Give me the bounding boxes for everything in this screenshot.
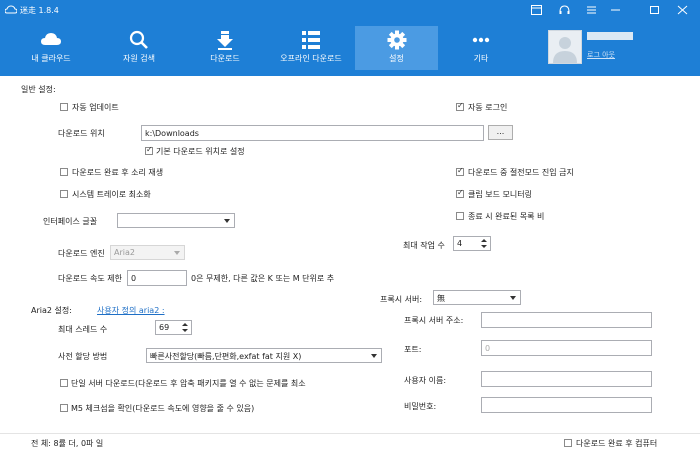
no-power-save-label: 다운로드 중 절전모드 진입 금지 (468, 168, 574, 177)
prealloc-label: 사전 할당 방법 (58, 352, 108, 361)
maximize-icon[interactable] (645, 3, 663, 17)
auto-login-label: 자동 로그인 (468, 103, 508, 112)
minimize-tray-label: 시스템 트레이로 최소화 (72, 190, 151, 199)
password-label: 비밀번호: (404, 402, 437, 411)
logout-link[interactable]: 로그 아웃 (587, 50, 615, 60)
default-location-label: 기본 다운로드 위치로 설정 (156, 147, 245, 156)
aria2-settings-heading: Aria2 설정: (31, 306, 72, 315)
minimize-tray-checkbox[interactable] (60, 190, 68, 198)
proxy-server-label: 프록시 서버: (380, 295, 423, 304)
tab-offline-download[interactable]: 오프라인 다운로드 (272, 26, 350, 70)
clear-list-label: 종료 시 완료된 목록 비 (468, 212, 545, 221)
arrow-up-icon[interactable] (481, 239, 487, 242)
sound-after-label: 다운로드 완료 후 소리 재생 (72, 168, 164, 177)
interface-font-select[interactable] (117, 213, 235, 228)
prealloc-select[interactable]: 빠른사전할당(빠름,단편화,exfat fat 지원 X) (146, 348, 382, 363)
single-server-label: 단일 서버 다운로드(다운로드 후 압축 패키지를 열 수 없는 문제를 최소 (71, 379, 306, 388)
max-threads-stepper[interactable]: 69 (155, 320, 192, 335)
proxy-address-label: 프록시 서버 주소: (404, 316, 464, 325)
avatar[interactable] (548, 30, 582, 64)
general-settings-heading: 일반 설정: (21, 85, 56, 94)
arrow-down-icon[interactable] (481, 245, 487, 248)
tab-download[interactable]: 다운로드 (194, 26, 256, 70)
download-location-input[interactable]: k:\Downloads (141, 125, 484, 141)
password-input[interactable] (481, 397, 652, 413)
tab-label: 오프라인 다운로드 (280, 54, 342, 63)
user-silhouette-icon (553, 37, 577, 63)
search-icon (129, 30, 148, 49)
gear-icon (387, 30, 406, 50)
minimize-icon[interactable] (606, 3, 624, 17)
custom-aria2-link[interactable]: 사용자 정의 aria2 : (97, 305, 165, 316)
tab-label: 다운로드 (210, 54, 240, 63)
tab-other[interactable]: 기타 (450, 26, 512, 70)
tab-my-cloud[interactable]: 내 클라우드 (18, 26, 84, 70)
speed-limit-label: 다운로드 속도 제한 (58, 274, 122, 283)
max-threads-label: 최대 스레드 수 (58, 325, 108, 334)
proxy-address-input[interactable] (481, 312, 652, 328)
chevron-down-icon (510, 296, 516, 300)
shutdown-checkbox[interactable] (564, 439, 572, 447)
md5-checkbox[interactable] (60, 404, 68, 412)
auto-update-checkbox[interactable] (60, 103, 68, 111)
download-icon (217, 31, 233, 50)
username-label: 사용자 이름: (404, 376, 447, 385)
list-icon (302, 31, 320, 49)
single-server-checkbox[interactable] (60, 379, 68, 387)
auto-update-label: 자동 업데이트 (72, 103, 119, 112)
user-name (587, 32, 633, 40)
speed-limit-hint: 0은 무제한, 다른 값은 K 또는 M 단위로 추 (191, 274, 335, 283)
clipboard-checkbox[interactable] (456, 188, 464, 198)
header-bar: 迷走 1.8.4 내 클라우드 자원 검색 다운로드 오프라인 다운로드 설정 … (0, 0, 700, 76)
status-summary: 전 체: 8률 더, 0파 일 (31, 439, 104, 448)
username-input[interactable] (481, 371, 652, 387)
more-icon (472, 37, 490, 43)
clear-list-checkbox[interactable] (456, 212, 464, 220)
speed-limit-input[interactable]: 0 (127, 270, 187, 286)
auto-login-checkbox[interactable] (456, 101, 464, 111)
sound-after-checkbox[interactable] (60, 168, 68, 176)
interface-font-label: 인터페이스 글꼴 (43, 217, 98, 226)
no-power-save-checkbox[interactable] (456, 166, 464, 176)
headset-icon[interactable] (555, 3, 573, 17)
browse-button[interactable]: ... (488, 125, 513, 140)
close-icon[interactable] (673, 3, 691, 17)
tab-resource-search[interactable]: 자원 검색 (108, 26, 170, 70)
download-location-label: 다운로드 위치 (58, 129, 105, 138)
cloud-icon (41, 33, 61, 45)
chevron-down-icon (174, 251, 180, 255)
chevron-down-icon (224, 219, 230, 223)
clipboard-label: 클립 보드 모니터링 (468, 190, 532, 199)
menu-icon[interactable] (582, 3, 600, 17)
arrow-down-icon[interactable] (182, 329, 188, 332)
tab-label: 기타 (473, 54, 489, 63)
max-tasks-stepper[interactable]: 4 (453, 236, 491, 251)
app-logo-icon (5, 5, 17, 14)
title-bar: 迷走 1.8.4 (0, 0, 700, 22)
app-title: 迷走 1.8.4 (20, 6, 59, 15)
engine-select: Aria2 (110, 245, 185, 260)
default-location-checkbox[interactable] (145, 145, 153, 155)
port-label: 포트: (404, 345, 422, 354)
skin-icon[interactable] (527, 3, 545, 17)
max-tasks-label: 최대 작업 수 (403, 241, 445, 250)
chevron-down-icon (371, 354, 377, 358)
port-input[interactable]: 0 (481, 340, 652, 356)
shutdown-label: 다운로드 완료 후 컴퓨터 (576, 439, 658, 448)
arrow-up-icon[interactable] (182, 323, 188, 326)
engine-label: 다운로드 엔진 (58, 249, 105, 258)
tab-label: 자원 검색 (123, 54, 155, 63)
md5-label: M5 체크섬을 확인(다운로드 속도에 영향을 줄 수 있음) (71, 404, 255, 413)
tab-label: 내 클라우드 (31, 54, 71, 63)
proxy-server-select[interactable]: 無 (433, 290, 521, 305)
tab-label: 설정 (389, 54, 404, 63)
tab-settings[interactable]: 설정 (355, 26, 438, 70)
